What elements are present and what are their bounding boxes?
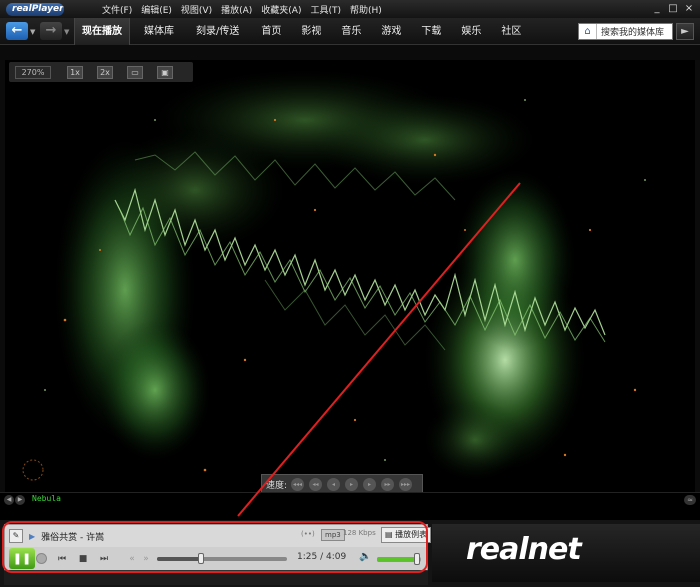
tab-music[interactable]: 音乐 bbox=[341, 18, 361, 45]
tab-home[interactable]: 首页 bbox=[261, 18, 281, 45]
seek-bar[interactable] bbox=[157, 553, 287, 564]
control-bar: ✎ ▶ 雅俗共赏 - 许嵩 (••) mp3 128 Kbps ▤ 播放例表 ❚… bbox=[0, 520, 700, 587]
fast-forward-icon[interactable]: » bbox=[139, 552, 153, 566]
speed-fastest-icon[interactable]: ▸▸▸ bbox=[399, 477, 413, 491]
nebula-visualization bbox=[22, 70, 646, 481]
minimize-button[interactable]: _ bbox=[650, 2, 664, 15]
forward-arrow-icon[interactable]: → bbox=[40, 22, 62, 40]
viz-prev-icon[interactable]: ◀ bbox=[4, 495, 14, 505]
rewind-icon[interactable]: « bbox=[125, 552, 139, 566]
tab-entertainment[interactable]: 娱乐 bbox=[461, 18, 481, 45]
house-icon[interactable]: ⌂ bbox=[579, 24, 597, 39]
realplayer-logo[interactable]: realPlayer bbox=[6, 2, 64, 16]
search-input[interactable]: 搜索我的媒体库 bbox=[597, 25, 664, 38]
tab-library[interactable]: 媒体库 bbox=[144, 18, 174, 45]
bitrate-readout: 128 Kbps bbox=[343, 529, 376, 537]
speed-faster-icon[interactable]: ▸▸ bbox=[381, 477, 395, 491]
video-area[interactable]: 270% 1x 2x ▭ ▣ 速度: ◂◂◂ ◂◂ ◂ ▸ ▸ ▸▸ ▸▸▸ bbox=[5, 60, 695, 492]
previous-track-icon[interactable]: ⏮ bbox=[55, 552, 69, 566]
viz-next-icon[interactable]: ▶ bbox=[15, 495, 25, 505]
fullscreen-icon[interactable]: ▣ bbox=[157, 65, 173, 79]
speed-slower-icon[interactable]: ◂◂ bbox=[309, 477, 323, 491]
playlist-label: 播放例表 bbox=[395, 530, 428, 539]
track-title: 雅俗共赏 - 许嵩 bbox=[41, 532, 105, 543]
viz-wave-icon[interactable]: ≈ bbox=[684, 495, 696, 505]
track-info-row: ✎ ▶ 雅俗共赏 - 许嵩 (••) mp3 128 Kbps ▤ 播放例表 bbox=[5, 525, 432, 547]
volume-level bbox=[377, 557, 418, 562]
maximize-button[interactable]: □ bbox=[666, 2, 680, 15]
pause-icon[interactable]: ❚❚ bbox=[9, 548, 35, 569]
nav-tabs: 现在播放 媒体库 刻录/传送 首页 影视 音乐 游戏 下载 娱乐 社区 bbox=[74, 18, 521, 45]
banner-logo: realnet bbox=[466, 532, 582, 567]
fit-window-icon[interactable]: ▭ bbox=[127, 65, 143, 79]
seek-thumb[interactable] bbox=[198, 553, 205, 564]
tab-now-playing[interactable]: 现在播放 bbox=[74, 18, 130, 45]
zoom-level-display[interactable]: 270% bbox=[15, 65, 51, 79]
tab-community[interactable]: 社区 bbox=[501, 18, 521, 45]
tab-burn-transfer[interactable]: 刻录/传送 bbox=[196, 18, 239, 45]
zoom-2x-button[interactable]: 2x bbox=[97, 65, 113, 79]
zoom-toolbar: 270% 1x 2x ▭ ▣ bbox=[9, 62, 193, 82]
record-icon[interactable] bbox=[36, 553, 47, 564]
speed-toolbar: 速度: ◂◂◂ ◂◂ ◂ ▸ ▸ ▸▸ ▸▸▸ bbox=[261, 474, 423, 492]
menu-bar: 文件(F) 编辑(E) 视图(V) 播放(A) 收藏夹(A) 工具(T) 帮助(… bbox=[102, 3, 391, 16]
volume-slider[interactable] bbox=[377, 553, 421, 565]
visualization-name: Nebula bbox=[32, 494, 61, 503]
playlist-button[interactable]: ▤ 播放例表 bbox=[381, 527, 432, 543]
playlist-icon: ▤ bbox=[385, 530, 396, 539]
speaker-icon[interactable]: 🔈 bbox=[359, 551, 371, 562]
menu-favorites[interactable]: 收藏夹(A) bbox=[261, 3, 301, 16]
tab-downloads[interactable]: 下载 bbox=[421, 18, 441, 45]
search-go-icon[interactable]: ► bbox=[676, 23, 694, 40]
nav-bar: ← ▼ → ▼ 现在播放 媒体库 刻录/传送 首页 影视 音乐 游戏 下载 娱乐… bbox=[0, 18, 700, 45]
back-dropdown-icon[interactable]: ▼ bbox=[30, 28, 35, 36]
window-controls: _ □ × bbox=[648, 2, 696, 15]
close-button[interactable]: × bbox=[682, 2, 696, 15]
player-panel: ✎ ▶ 雅俗共赏 - 许嵩 (••) mp3 128 Kbps ▤ 播放例表 ❚… bbox=[4, 524, 432, 570]
speed-slowest-icon[interactable]: ◂◂◂ bbox=[291, 477, 305, 491]
search-box[interactable]: ⌂ 搜索我的媒体库 bbox=[578, 23, 673, 40]
next-track-icon[interactable]: ⏭ bbox=[97, 552, 111, 566]
zoom-1x-button[interactable]: 1x bbox=[67, 65, 83, 79]
speed-slow-icon[interactable]: ◂ bbox=[327, 477, 341, 491]
visualization-strip: ◀ ▶ Nebula ≈ bbox=[0, 492, 700, 520]
tab-movies[interactable]: 影视 bbox=[301, 18, 321, 45]
menu-view[interactable]: 视图(V) bbox=[181, 3, 212, 16]
time-readout: 1:25 / 4:09 bbox=[297, 552, 347, 562]
back-arrow-icon[interactable]: ← bbox=[6, 22, 28, 40]
real-network-banner[interactable]: realnet bbox=[432, 524, 700, 582]
menu-help[interactable]: 帮助(H) bbox=[350, 3, 382, 16]
speed-fast-icon[interactable]: ▸ bbox=[363, 477, 377, 491]
menu-play[interactable]: 播放(A) bbox=[221, 3, 252, 16]
stereo-indicator: (••) bbox=[301, 530, 315, 538]
menu-edit[interactable]: 编辑(E) bbox=[141, 3, 172, 16]
control-footer bbox=[4, 570, 428, 585]
speed-normal-icon[interactable]: ▸ bbox=[345, 477, 359, 491]
title-bar: realPlayer 文件(F) 编辑(E) 视图(V) 播放(A) 收藏夹(A… bbox=[0, 0, 700, 18]
format-badge: mp3 bbox=[321, 529, 345, 541]
tab-games[interactable]: 游戏 bbox=[381, 18, 401, 45]
menu-tools[interactable]: 工具(T) bbox=[310, 3, 341, 16]
menu-file[interactable]: 文件(F) bbox=[102, 3, 132, 16]
clip-info-icon[interactable]: ✎ bbox=[9, 529, 23, 543]
forward-dropdown-icon[interactable]: ▼ bbox=[64, 28, 69, 36]
transport-row: ❚❚ ⏮ ■ ⏭ « » 1:25 / 4:09 🔈 bbox=[5, 547, 427, 570]
seek-progress bbox=[157, 557, 202, 561]
stop-icon[interactable]: ■ bbox=[76, 552, 90, 566]
speed-label: 速度: bbox=[266, 480, 288, 491]
track-play-indicator-icon: ▶ bbox=[29, 531, 36, 541]
volume-thumb[interactable] bbox=[414, 553, 421, 565]
